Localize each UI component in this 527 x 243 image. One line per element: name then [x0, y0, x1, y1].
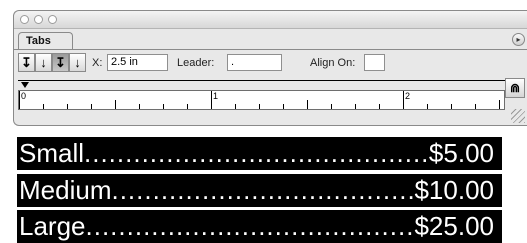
item-name: Large — [19, 211, 86, 241]
list-item: Large ..................................… — [17, 210, 502, 243]
list-item: Medium .................................… — [17, 174, 502, 207]
zoom-window-button[interactable] — [48, 15, 57, 24]
right-justified-tab-button[interactable]: ↧ — [52, 53, 69, 72]
tabs-palette: Tabs ▸ ↧ ↓ ↧ ↓ X: 2.5 in Leader: . Align… — [13, 10, 527, 126]
minimize-window-button[interactable] — [34, 15, 43, 24]
flyout-arrow-icon: ▸ — [516, 35, 521, 44]
tab-tabs[interactable]: Tabs — [18, 32, 73, 50]
dot-leader: ........................................… — [111, 175, 414, 205]
list-item: Small ..................................… — [17, 137, 502, 170]
right-justified-tab-icon: ↧ — [55, 55, 66, 70]
palette-tab-strip: Tabs ▸ — [14, 29, 527, 50]
first-line-indent-marker[interactable] — [21, 82, 29, 88]
center-justified-tab-button[interactable]: ↓ — [35, 53, 52, 72]
align-to-decimal-tab-button[interactable]: ↓ — [69, 53, 86, 72]
align-to-decimal-tab-icon: ↓ — [74, 55, 81, 70]
ruler-label-0: 0 — [21, 91, 27, 101]
palette-menu-button[interactable]: ▸ — [512, 33, 525, 46]
ruler-label-1: 1 — [213, 91, 219, 101]
tab-stop-track[interactable] — [18, 80, 505, 88]
ruler-ticks — [19, 91, 500, 109]
align-on-label: Align On: — [310, 57, 356, 69]
center-justified-tab-icon: ↓ — [40, 55, 47, 70]
resize-grip-icon[interactable] — [511, 109, 525, 123]
ruler-label-2: 2 — [405, 91, 411, 101]
x-position-field[interactable]: 2.5 in — [107, 54, 168, 71]
close-window-button[interactable] — [20, 15, 29, 24]
x-position-label: X: — [92, 57, 103, 69]
tab-ruler-area: 0 1 2 ⋒ — [14, 76, 527, 125]
leader-field[interactable]: . — [227, 54, 282, 71]
magnet-icon: ⋒ — [509, 81, 521, 95]
item-price: $5.00 — [428, 138, 494, 168]
dot-leader: ........................................… — [84, 138, 429, 168]
position-palette-above-frame-button[interactable]: ⋒ — [505, 78, 525, 98]
tab-ruler[interactable]: 0 1 2 — [18, 90, 505, 110]
left-justified-tab-button[interactable]: ↧ — [18, 53, 35, 72]
leader-label: Leader: — [177, 57, 215, 69]
tab-controls-row: ↧ ↓ ↧ ↓ X: 2.5 in Leader: . Align On: — [14, 52, 527, 74]
item-name: Medium — [19, 175, 112, 205]
item-name: Small — [19, 138, 85, 168]
left-justified-tab-icon: ↧ — [21, 55, 32, 70]
palette-title-bar[interactable] — [14, 11, 527, 29]
item-price: $10.00 — [414, 175, 494, 205]
dot-leader: ........................................… — [85, 211, 415, 241]
tab-divider — [14, 49, 527, 50]
align-on-field[interactable] — [364, 54, 385, 71]
item-price: $25.00 — [414, 211, 494, 241]
